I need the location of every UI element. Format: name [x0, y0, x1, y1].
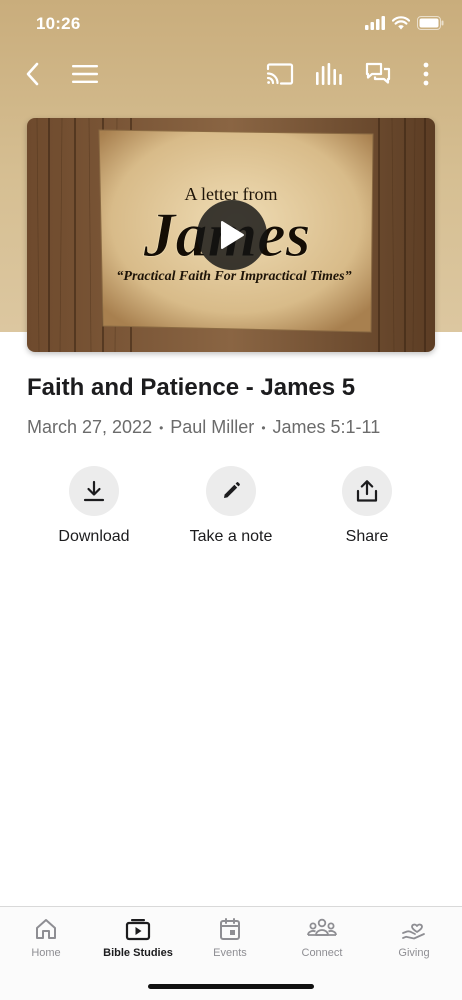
status-bar: 10:26 — [0, 0, 462, 50]
thumbnail-line-3: “Practical Faith For Impractical Times” — [116, 269, 351, 284]
calendar-icon — [220, 918, 240, 940]
take-note-button[interactable]: Take a note — [161, 466, 301, 546]
share-icon — [356, 480, 378, 502]
video-library-icon — [125, 919, 151, 941]
audio-bars-icon — [316, 63, 342, 85]
tab-bible-studies[interactable]: Bible Studies — [92, 917, 184, 959]
download-label: Download — [58, 528, 130, 545]
audio-button[interactable] — [314, 56, 344, 92]
share-label: Share — [345, 528, 389, 545]
cast-icon — [266, 63, 294, 85]
tab-events-label: Events — [213, 947, 247, 959]
play-icon — [221, 221, 244, 249]
video-player[interactable]: A letter from James “Practical Faith For… — [27, 118, 435, 352]
download-button[interactable]: Download — [24, 466, 164, 546]
discussion-button[interactable] — [363, 56, 393, 92]
tab-home[interactable]: Home — [0, 917, 92, 959]
menu-button[interactable] — [70, 56, 100, 92]
giving-hand-icon — [402, 923, 425, 940]
home-indicator — [148, 984, 314, 989]
more-options-button[interactable] — [414, 56, 438, 92]
share-button[interactable]: Share — [297, 466, 437, 546]
home-icon — [36, 919, 56, 939]
sermon-date: March 27, 2022 — [27, 417, 153, 437]
tab-giving[interactable]: Giving — [368, 917, 460, 959]
tab-connect[interactable]: Connect — [276, 917, 368, 959]
more-vertical-icon — [423, 62, 429, 86]
take-note-label: Take a note — [189, 528, 273, 545]
top-toolbar — [0, 56, 462, 96]
status-time: 10:26 — [36, 14, 81, 33]
meta-separator: • — [159, 420, 164, 435]
download-icon — [83, 480, 105, 502]
status-icons — [365, 16, 444, 30]
chevron-left-icon — [26, 62, 39, 86]
sermon-meta: March 27, 2022 • Paul Miller • James 5:1… — [27, 417, 380, 438]
battery-icon — [417, 16, 444, 30]
tab-events[interactable]: Events — [184, 917, 276, 959]
cellular-signal-icon — [365, 16, 385, 30]
wifi-icon — [392, 16, 410, 30]
chat-bubbles-icon — [365, 62, 391, 84]
tab-giving-label: Giving — [398, 947, 430, 959]
people-icon — [307, 918, 337, 936]
cast-button[interactable] — [264, 56, 296, 92]
hamburger-menu-icon — [72, 65, 98, 83]
take-note-circle[interactable] — [206, 466, 256, 516]
meta-separator: • — [261, 420, 266, 435]
tab-home-label: Home — [31, 947, 61, 959]
play-button[interactable] — [197, 200, 267, 270]
sermon-passage[interactable]: James 5:1-11 — [273, 417, 381, 438]
back-button[interactable] — [18, 56, 48, 92]
tab-bible-studies-label: Bible Studies — [103, 947, 173, 959]
pencil-icon — [224, 482, 240, 498]
sermon-title: Faith and Patience - James 5 — [27, 374, 356, 401]
download-circle[interactable] — [69, 466, 119, 516]
share-circle[interactable] — [342, 466, 392, 516]
tab-connect-label: Connect — [301, 947, 343, 959]
sermon-speaker[interactable]: Paul Miller — [170, 417, 254, 438]
